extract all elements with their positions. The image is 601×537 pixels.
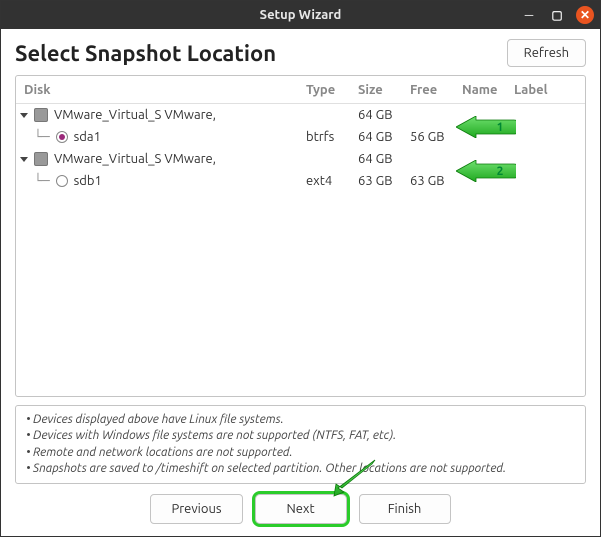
disk-size: 64 GB [358, 152, 410, 166]
note-line: • Remote and network locations are not s… [26, 445, 575, 461]
partition-size: 63 GB [358, 174, 410, 188]
wizard-buttons: Previous Next Finish [15, 484, 586, 528]
tree-branch-icon: └─ [34, 174, 50, 189]
note-line: • Devices displayed above have Linux fil… [26, 412, 575, 428]
radio-selected[interactable] [56, 131, 68, 143]
svg-text:1: 1 [497, 121, 504, 134]
window-controls: ─ ▢ ✕ [520, 6, 594, 24]
disk-icon [34, 108, 48, 122]
window-title: Setup Wizard [260, 8, 342, 22]
svg-text:2: 2 [497, 165, 504, 178]
partition-free: 56 GB [410, 130, 462, 144]
partition-label: sda1 [74, 130, 101, 144]
close-icon[interactable]: ✕ [576, 6, 594, 24]
partition-label: sdb1 [74, 174, 102, 188]
chevron-down-icon[interactable] [20, 113, 28, 118]
col-size[interactable]: Size [358, 83, 410, 97]
titlebar: Setup Wizard ─ ▢ ✕ [1, 1, 600, 29]
annotation-callout-2: 2 [456, 160, 516, 182]
next-button[interactable]: Next [255, 494, 347, 524]
disk-icon [34, 152, 48, 166]
note-line: • Devices with Windows file systems are … [26, 428, 575, 444]
page-title: Select Snapshot Location [15, 41, 276, 66]
finish-button[interactable]: Finish [359, 494, 451, 524]
col-name[interactable]: Name [462, 83, 514, 97]
fs-type: ext4 [306, 174, 358, 188]
partition-size: 64 GB [358, 130, 410, 144]
column-headers: Disk Type Size Free Name Label [16, 76, 585, 104]
chevron-down-icon[interactable] [20, 157, 28, 162]
disk-label: VMware_Virtual_S VMware, [54, 108, 216, 122]
disk-list: Disk Type Size Free Name Label VMware_Vi… [15, 75, 586, 397]
previous-button[interactable]: Previous [150, 494, 242, 524]
col-disk[interactable]: Disk [16, 83, 306, 97]
maximize-icon[interactable]: ▢ [548, 6, 566, 24]
disk-label: VMware_Virtual_S VMware, [54, 152, 216, 166]
minimize-icon[interactable]: ─ [520, 6, 538, 24]
col-free[interactable]: Free [410, 83, 462, 97]
radio-unselected[interactable] [56, 175, 68, 187]
note-line: • Snapshots are saved to /timeshift on s… [26, 461, 575, 477]
col-type[interactable]: Type [306, 83, 358, 97]
tree-branch-icon: └─ [34, 130, 50, 145]
notes-panel: • Devices displayed above have Linux fil… [15, 405, 586, 484]
disk-size: 64 GB [358, 108, 410, 122]
refresh-button[interactable]: Refresh [507, 39, 586, 67]
fs-type: btrfs [306, 130, 358, 144]
col-label[interactable]: Label [514, 83, 585, 97]
partition-free: 63 GB [410, 174, 462, 188]
annotation-callout-1: 1 [456, 116, 516, 138]
